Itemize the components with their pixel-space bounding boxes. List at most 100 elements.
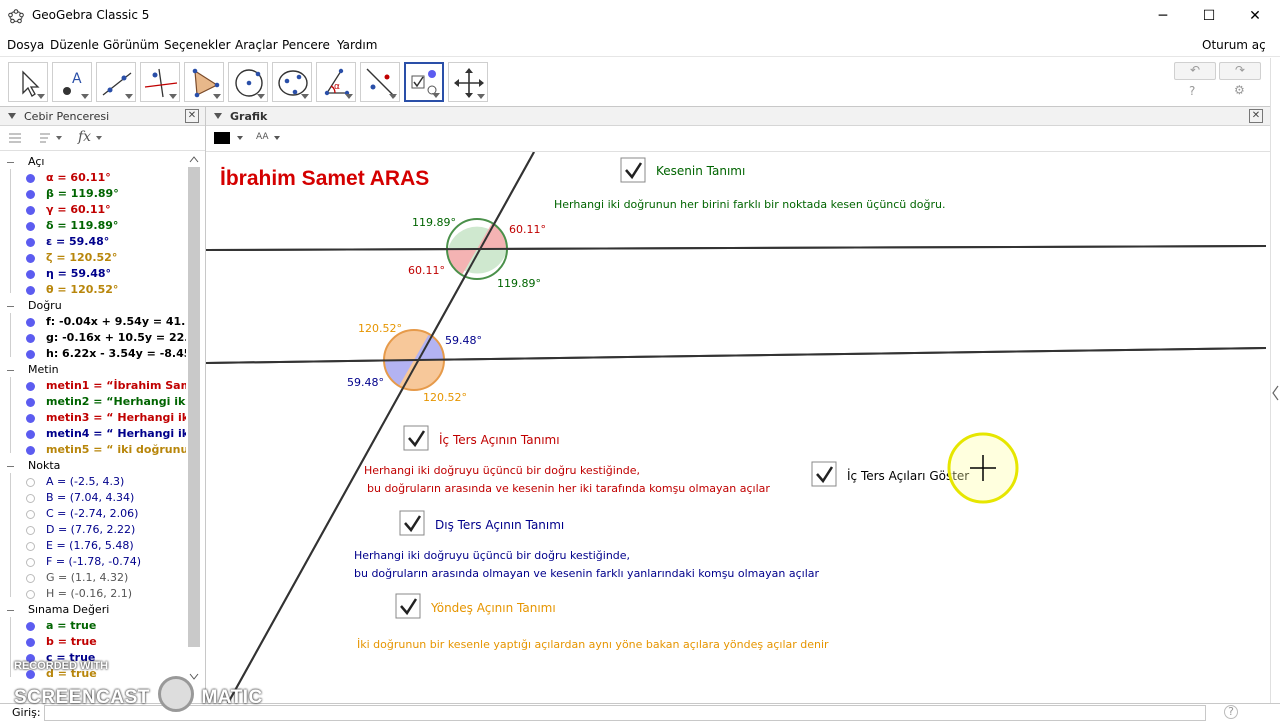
checkbox-ic-ters-goster[interactable]: İç Ters Açıları Göster [811,461,969,487]
undo-button[interactable]: ↶ [1174,62,1216,80]
circle-tool-button[interactable] [228,62,268,102]
visibility-toggle-icon[interactable] [26,222,35,231]
settings-gear-icon[interactable]: ⚙ [1234,83,1245,97]
algebra-header[interactable]: Cebir Penceresi ✕ [0,107,205,126]
screencast-logo-icon [157,676,194,712]
menu-duzenle[interactable]: Düzenle [50,38,99,52]
move-view-tool-button[interactable] [448,62,488,102]
minimize-button[interactable]: ─ [1140,0,1186,32]
group-collapse-icon[interactable] [7,162,14,163]
visibility-toggle-icon[interactable] [26,638,35,647]
visibility-toggle-icon[interactable] [26,382,35,391]
sort-order-icon[interactable] [40,133,62,143]
close-graphics-button[interactable]: ✕ [1249,109,1263,123]
maximize-button[interactable]: ☐ [1186,0,1232,32]
color-dropdown-icon[interactable] [237,136,243,140]
move-tool-button[interactable] [8,62,48,102]
visibility-toggle-icon[interactable] [26,574,35,583]
visibility-toggle-icon[interactable] [26,414,35,423]
visibility-toggle-icon[interactable] [26,238,35,247]
visibility-toggle-icon[interactable] [26,398,35,407]
reflect-tool-button[interactable] [360,62,400,102]
algebra-group-label[interactable]: Açı [28,155,44,168]
close-window-button[interactable]: ✕ [1232,0,1278,32]
drawing-canvas[interactable]: 119.89° 60.11° 60.11° 119.89° 120.52° 59… [206,152,1270,703]
tree-line [10,377,11,453]
angle-tool-button[interactable]: α [316,62,356,102]
visibility-toggle-icon[interactable] [26,478,35,487]
fx-label[interactable]: fx [78,129,91,145]
visibility-toggle-icon[interactable] [26,286,35,295]
visibility-toggle-icon[interactable] [26,334,35,343]
checkbox-dis-ters[interactable]: Dış Ters Açının Tanımı [399,510,564,536]
checkbox-tool-button[interactable] [404,62,444,102]
panel-menu-arrow-icon[interactable] [214,113,222,119]
visibility-toggle-icon[interactable] [26,526,35,535]
panel-menu-arrow-icon[interactable] [8,113,16,119]
menu-pencere[interactable]: Pencere [282,38,330,52]
visibility-toggle-icon[interactable] [26,622,35,631]
color-swatch-icon[interactable] [214,132,230,144]
visibility-toggle-icon[interactable] [26,430,35,439]
checkbox-dis-ters-label[interactable]: Dış Ters Açının Tanımı [435,518,564,532]
checkbox-yondes[interactable]: Yöndeş Açının Tanımı [395,593,556,619]
visibility-toggle-icon[interactable] [26,190,35,199]
algebra-item-text: metin2 = “Herhangi iki do [46,395,186,408]
redo-button[interactable]: ↷ [1219,62,1261,80]
perpendicular-tool-button[interactable] [140,62,180,102]
algebra-group-label[interactable]: Sınama Değeri [28,603,109,616]
algebra-item-text: C = (-2.74, 2.06) [46,507,139,520]
visibility-toggle-icon[interactable] [26,494,35,503]
point-tool-button[interactable]: A [52,62,92,102]
group-collapse-icon[interactable] [7,466,14,467]
menu-dosya[interactable]: Dosya [7,38,44,52]
visibility-toggle-icon[interactable] [26,206,35,215]
checkbox-ic-ters-label[interactable]: İç Ters Açının Tanımı [439,432,560,447]
algebra-item-text: ζ = 120.52° [46,251,118,264]
algebra-group-label[interactable]: Nokta [28,459,60,472]
checkbox-kesen[interactable]: Kesenin Tanımı [620,157,745,183]
ellipse-tool-button[interactable] [272,62,312,102]
graphics-header[interactable]: Grafik ✕ [206,107,1270,126]
scrollbar-thumb[interactable] [188,167,200,647]
sort-list-icon[interactable] [9,133,21,143]
text-style-dropdown-icon[interactable] [274,136,280,140]
algebra-scrollbar[interactable] [187,153,201,683]
algebra-item-text: metin5 = “ iki doğrunun [46,443,186,456]
algebra-group-label[interactable]: Doğru [28,299,62,312]
graphics-view[interactable]: Grafik ✕ AA 119.89° 60.11° 60.11° 119.89… [206,107,1270,703]
algebra-group-label[interactable]: Metin [28,363,59,376]
help-icon[interactable]: ? [1189,84,1195,98]
group-collapse-icon[interactable] [7,306,14,307]
visibility-toggle-icon[interactable] [26,174,35,183]
scroll-up-icon[interactable] [187,153,201,165]
visibility-toggle-icon[interactable] [26,542,35,551]
visibility-toggle-icon[interactable] [26,558,35,567]
polygon-tool-button[interactable] [184,62,224,102]
menu-gorunum[interactable]: Görünüm [103,38,159,52]
visibility-toggle-icon[interactable] [26,270,35,279]
menu-yardim[interactable]: Yardım [337,38,377,52]
text-style-icon[interactable]: AA [256,132,269,142]
visibility-toggle-icon[interactable] [26,254,35,263]
close-algebra-button[interactable]: ✕ [185,109,199,123]
checkbox-kesen-label[interactable]: Kesenin Tanımı [656,164,745,178]
visibility-toggle-icon[interactable] [26,590,35,599]
function-input-icon[interactable] [96,136,102,140]
group-collapse-icon[interactable] [7,370,14,371]
visibility-toggle-icon[interactable] [26,510,35,519]
collapse-arrow-icon[interactable] [1271,383,1280,403]
toolbar: A α ↶ ↷ ? ⚙ [0,58,1270,107]
login-link[interactable]: Oturum aç [1202,38,1266,52]
group-collapse-icon[interactable] [7,610,14,611]
menu-araclar[interactable]: Araçlar [235,38,278,52]
visibility-toggle-icon[interactable] [26,350,35,359]
input-help-icon[interactable]: ? [1224,705,1238,719]
checkbox-ic-ters[interactable]: İç Ters Açının Tanımı [403,425,560,451]
checkbox-yondes-label[interactable]: Yöndeş Açının Tanımı [430,601,556,615]
menu-secenekler[interactable]: Seçenekler [164,38,231,52]
algebra-item-text: E = (1.76, 5.48) [46,539,134,552]
visibility-toggle-icon[interactable] [26,446,35,455]
visibility-toggle-icon[interactable] [26,318,35,327]
line-tool-button[interactable] [96,62,136,102]
